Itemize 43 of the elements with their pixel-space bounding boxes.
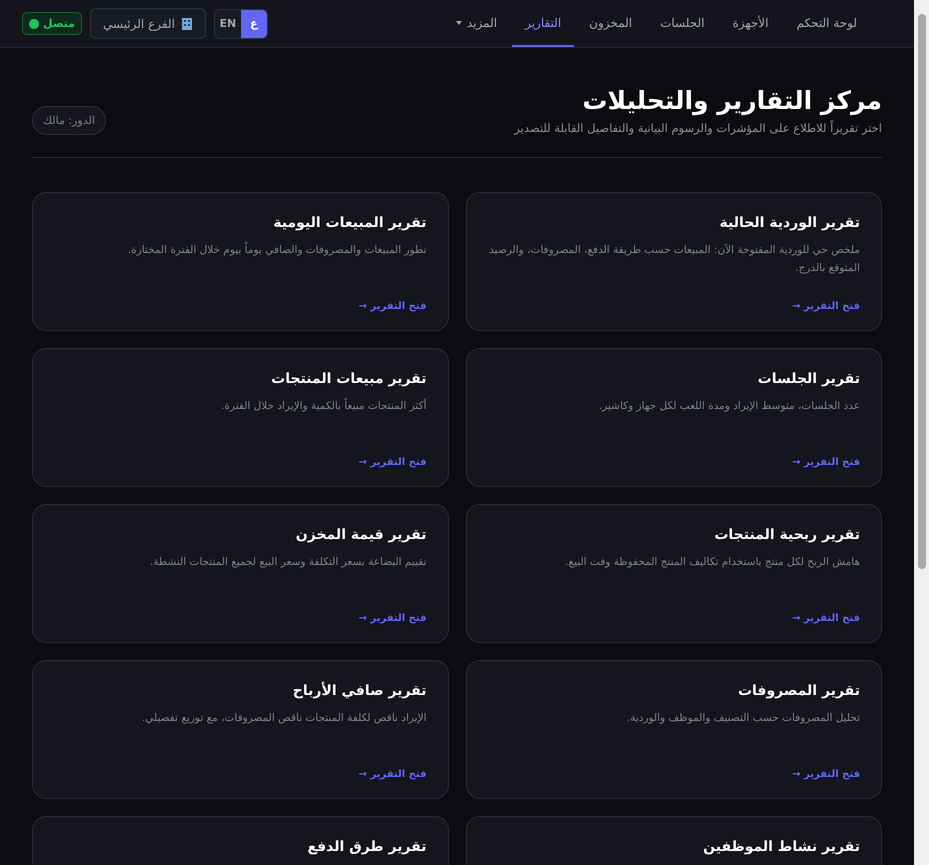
status-label: متصل: [43, 17, 75, 30]
report-title: تقرير طرق الدفع: [306, 839, 426, 855]
language-button[interactable]: EN: [214, 10, 241, 38]
report-title: تقرير مبيعات المنتجات: [270, 371, 426, 387]
nav-tab[interactable]: المزيد: [442, 0, 510, 47]
caret-icon: [456, 20, 462, 24]
report-title: تقرير قيمة المخزن: [294, 527, 426, 543]
building-icon: [180, 17, 193, 30]
report-title: تقرير صافي الأرباح: [292, 683, 426, 699]
open-report-link[interactable]: فتح التقرير →: [792, 769, 860, 780]
open-report-link[interactable]: فتح التقرير →: [792, 457, 860, 468]
scrollbar[interactable]: [914, 0, 929, 865]
report-description: هامش الربح لكل منتج باستخدام تكاليف المنتج المحفوظة وقت البيع.: [564, 555, 860, 570]
nav-tab[interactable]: الأجهزة: [719, 0, 782, 47]
report-description: تقييم البضاعة بسعر التكلفة وسعر البيع لجميع المنتجات النشطة.: [148, 555, 426, 570]
nav-tab[interactable]: لوحة التحكم: [784, 0, 870, 47]
page-title: مركز التقارير والتحليلات: [581, 86, 882, 115]
report-description: تحليل المصروفات حسب التصنيف والموظف والوردية.: [626, 711, 860, 726]
open-report-link[interactable]: فتح التقرير →: [792, 613, 860, 624]
report-title: تقرير المبيعات اليومية: [272, 215, 426, 231]
report-description: أكثر المنتجات مبيعاً بالكمية والإيراد خلال الفترة.: [220, 397, 426, 414]
nav-tab[interactable]: الجلسات: [647, 0, 718, 47]
open-report-link[interactable]: فتح التقرير →: [358, 457, 426, 468]
report-title: تقرير المصروفات: [736, 683, 860, 699]
open-report-link[interactable]: فتح التقرير →: [792, 301, 860, 312]
open-report-link[interactable]: فتح التقرير →: [358, 301, 426, 312]
language-button[interactable]: ع: [240, 10, 267, 38]
role-badge: الدور: مالك: [32, 106, 106, 135]
report-description: ملخص حي للوردية المفتوحة الآن: المبيعات حسب طريقة الدفع، المصروفات، والرصيد المتوقع بالدرج.: [488, 243, 860, 276]
report-title: تقرير نشاط الموظفين: [702, 839, 860, 855]
open-report-link[interactable]: فتح التقرير →: [358, 769, 426, 780]
nav-tab[interactable]: التقارير: [512, 0, 574, 47]
report-title: تقرير الجلسات: [756, 371, 860, 387]
report-description: تطور المبيعات والمصروفات والصافي يوماً بيوم خلال الفترة المختارة.: [126, 241, 426, 258]
report-description: الإيراد ناقص لكلفة المنتجات ناقص المصروفات، مع توزيع تفصيلي.: [140, 711, 426, 726]
report-description: عدد الجلسات، متوسط الإيراد ومدة اللعب لكل جهاز وكاشير.: [598, 399, 860, 414]
report-title: تقرير ربحية المنتجات: [713, 527, 860, 543]
report-title: تقرير الوردية الحالية: [718, 215, 860, 231]
open-report-link[interactable]: فتح التقرير →: [358, 613, 426, 624]
scrollbar-thumb[interactable]: [918, 14, 926, 569]
page-subtitle: اختر تقريراً للاطلاع على المؤشرات والرسوم البيانية والتفاصيل القابلة للتصدير: [514, 121, 882, 135]
nav-tab[interactable]: المخزون: [576, 0, 646, 47]
branch-button[interactable]: الفرع الرئيسي: [90, 8, 206, 39]
